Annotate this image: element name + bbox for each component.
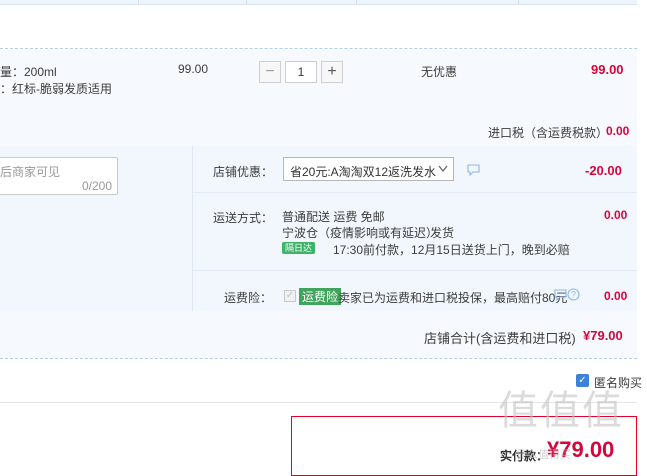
shop-discount-amount: -20.00 <box>585 163 622 178</box>
shop-option-divider <box>193 192 637 193</box>
header-divider <box>138 0 139 4</box>
insurance-amount: 0.00 <box>604 289 628 303</box>
table-header-strip <box>0 0 637 5</box>
header-divider <box>356 0 357 4</box>
watermark-logo: 值值值 <box>498 389 624 433</box>
quantity-input[interactable]: 1 <box>285 61 317 83</box>
shipping-amount: 0.00 <box>604 208 628 222</box>
shipping-method: 普通配送 运费 免邮 <box>282 210 385 224</box>
watermark-url: 什么值得买 <box>516 449 571 461</box>
shipping-dispatch: 发货 <box>430 226 455 240</box>
quantity-decrease-button[interactable]: − <box>259 61 281 83</box>
shop-discount-label: 店铺优惠： <box>213 165 274 179</box>
shop-section-divider <box>192 146 193 311</box>
shop-total-label: 店铺合计(含运费和进口税) <box>424 331 576 346</box>
chat-icon[interactable] <box>467 164 480 176</box>
import-tax-label: 进口税（含运费税款） <box>488 126 609 140</box>
header-divider <box>246 0 247 4</box>
insurance-desc: 卖家已为运费和进口税投保，最高赔付80元 <box>338 291 568 305</box>
next-day-badge-label: 隔日达 <box>282 242 316 254</box>
shipping-origin: 宁波仓（疫情影响或有延迟） <box>282 226 439 240</box>
header-divider <box>518 0 519 4</box>
quantity-stepper[interactable]: − 1 + <box>259 61 343 83</box>
svg-text:?: ? <box>571 290 576 300</box>
seller-message-counter: 0/200 <box>81 179 112 193</box>
shop-total-amount: ¥79.00 <box>583 328 623 343</box>
insurance-label: 运费险： <box>224 291 273 305</box>
item-spec-capacity: 量：200ml <box>0 65 57 79</box>
seller-message-placeholder: 后商家可见 <box>0 165 61 179</box>
next-day-badge: 隔日达 <box>282 242 316 254</box>
item-subtotal: 99.00 <box>591 62 624 77</box>
help-icon[interactable]: ? <box>567 288 580 301</box>
quantity-increase-button[interactable]: + <box>321 61 343 83</box>
item-row-divider <box>0 48 637 49</box>
import-tax-value: 0.00 <box>606 124 630 138</box>
shipping-label: 运送方式： <box>213 211 274 225</box>
chevron-down-icon <box>438 165 448 173</box>
delivery-note: 17:30前付款，12月15日送货上门，晚到必赔 <box>333 243 570 257</box>
shop-total-divider <box>0 358 637 359</box>
shop-discount-selected: 省20元:A淘淘双12返洗发水 <box>290 165 437 179</box>
item-spec-desc: ：红标-脆弱发质适用 <box>0 82 112 96</box>
item-discount: 无优惠 <box>421 65 458 79</box>
seller-message-field[interactable]: 后商家可见 0/200 <box>0 157 118 195</box>
chat-icon[interactable] <box>554 289 567 301</box>
insurance-tag: 运费险 <box>299 288 342 305</box>
shop-discount-select[interactable]: 省20元:A淘淘双12返洗发水 <box>283 157 454 181</box>
insurance-checkbox[interactable]: ✓ <box>284 290 296 302</box>
item-unit-price: 99.00 <box>178 62 209 76</box>
shop-option-divider <box>193 270 637 271</box>
